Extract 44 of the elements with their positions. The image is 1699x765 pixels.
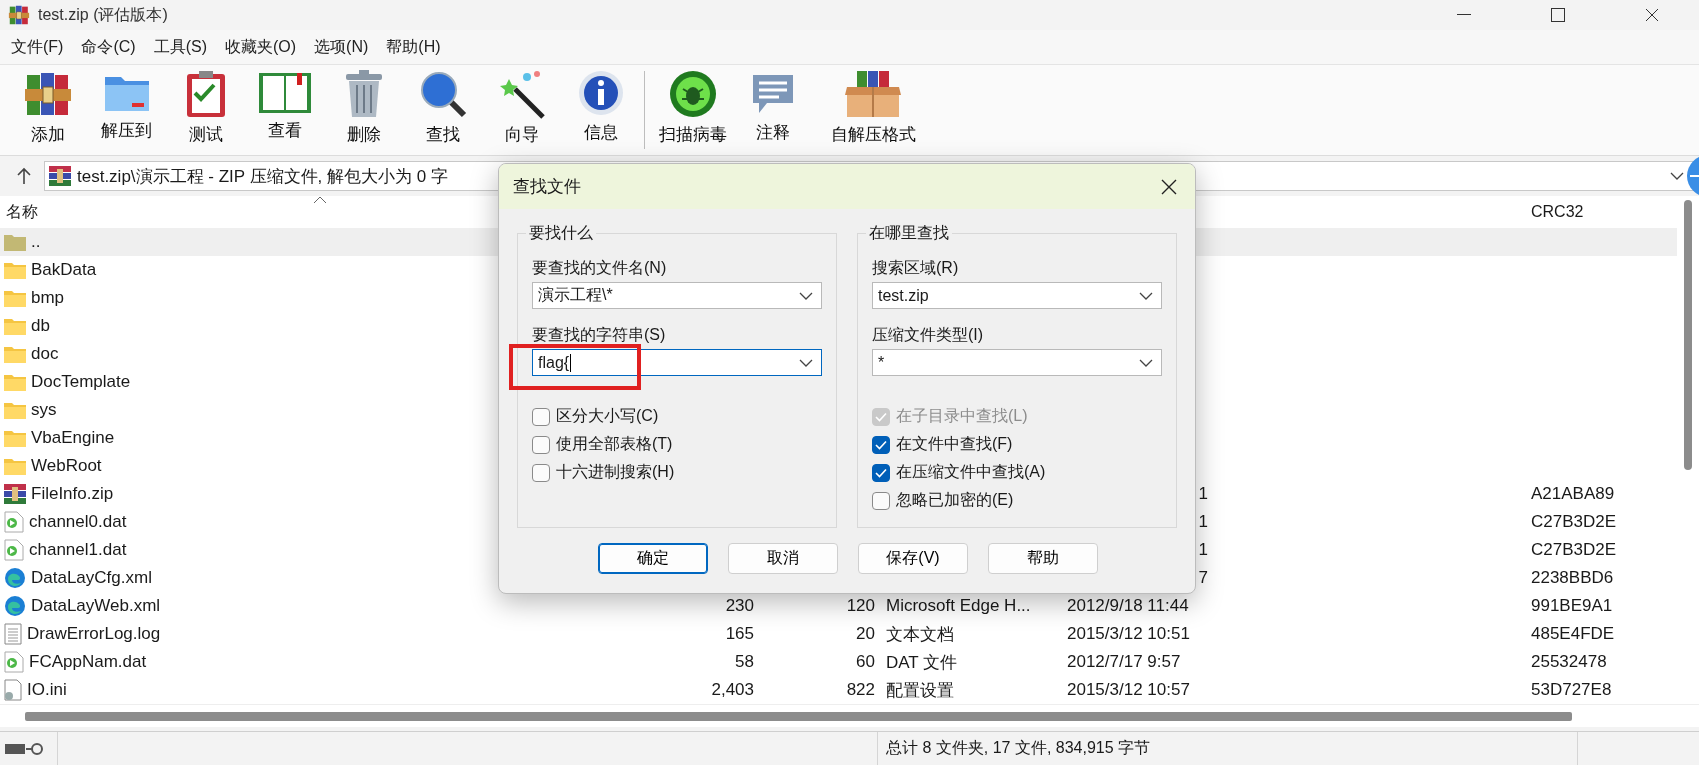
checkbox-label: 在压缩文件中查找(A): [896, 462, 1046, 482]
modified-cell-text: 2012/7/17 9:57: [1066, 652, 1182, 672]
packed-size-cell-text: 20: [855, 624, 875, 644]
packed-size-cell-text: 60: [855, 652, 875, 672]
size-cell-text: 58: [734, 652, 754, 672]
field-label: 要查找的字符串(S): [532, 325, 667, 345]
size-cell-text: 2,403: [710, 680, 754, 700]
size-cell-text: 230: [724, 596, 754, 616]
checkbox-label: 在子目录中查找(L): [896, 406, 1028, 426]
modified-cell-text: 2015/3/12 10:57: [1066, 680, 1191, 700]
dialog-title: 查找文件: [513, 176, 581, 198]
checkbox-label: 区分大小写(C): [556, 406, 659, 426]
packed-size-cell-text: 120: [845, 596, 875, 616]
field-label: 搜索区域(R): [872, 258, 960, 278]
window-title: test.zip (评估版本): [38, 4, 168, 25]
type-cell-text: 文本文档: [885, 623, 955, 646]
checkbox-label: 十六进制搜索(H): [556, 462, 675, 482]
crc-cell-text: A21ABA89: [1530, 484, 1616, 504]
status-text: 总计 8 文件夹, 17 文件, 834,915 字节: [886, 738, 1151, 758]
packed-size-cell-text: 822: [845, 680, 875, 700]
checkbox-label: 忽略已加密的(E): [896, 490, 1014, 510]
crc-cell-text: 485E4FDE: [1530, 624, 1616, 644]
type-cell-text: Microsoft Edge H...: [885, 596, 1032, 616]
checkbox-label: 在文件中查找(F): [896, 434, 1013, 454]
crc-cell-text: 2238BBD6: [1530, 568, 1615, 588]
modified-cell-text: 2015/3/12 10:51: [1066, 624, 1191, 644]
group-title: 要找什么: [528, 223, 594, 243]
crc-cell-text: C27B3D2E: [1530, 512, 1618, 532]
field-label: 压缩文件类型(I): [872, 325, 985, 345]
crc-cell-text: 25532478: [1530, 652, 1608, 672]
type-cell-text: DAT 文件: [885, 651, 959, 674]
type-cell-text: 配置设置: [885, 679, 955, 702]
modified-cell-text: 1: [1197, 540, 1209, 560]
modified-cell-text: 2012/9/18 11:44: [1066, 596, 1190, 616]
checkbox-label: 使用全部表格(T): [556, 434, 673, 454]
crc-cell-text: 53D727E8: [1530, 680, 1613, 700]
modified-cell-text: 7: [1197, 568, 1209, 588]
field-label: 要查找的文件名(N): [532, 258, 668, 278]
size-cell-text: 165: [724, 624, 754, 644]
modified-cell-text: 1: [1197, 512, 1209, 532]
crc-cell-text: C27B3D2E: [1530, 540, 1618, 560]
crc-cell-text: 991BE9A1: [1530, 596, 1614, 616]
group-title: 在哪里查找: [868, 223, 950, 243]
modified-cell-text: 1: [1197, 484, 1209, 504]
